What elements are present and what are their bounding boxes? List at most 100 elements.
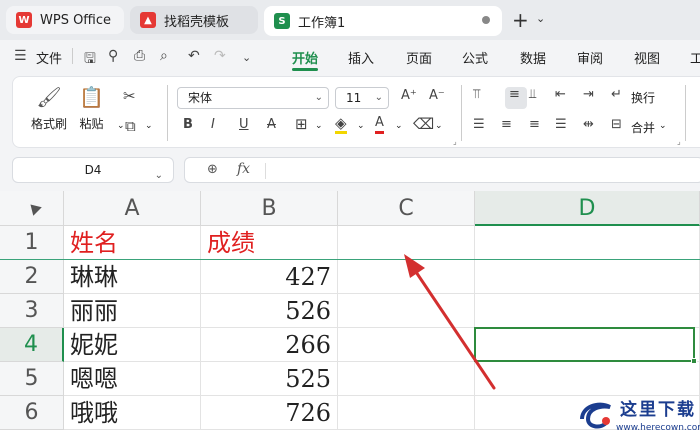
clipboard-icon: 📋: [79, 85, 104, 109]
italic-icon[interactable]: I: [211, 117, 215, 132]
select-all-corner[interactable]: [0, 191, 64, 226]
row-header-3[interactable]: 3: [0, 294, 64, 328]
divider: [685, 85, 686, 141]
hamburger-icon[interactable]: ☰: [14, 48, 27, 64]
row-header-2[interactable]: 2: [0, 260, 64, 294]
cell-a5[interactable]: 嗯嗯: [64, 362, 201, 396]
cell-b4[interactable]: 266: [201, 328, 338, 362]
cell-b3[interactable]: 526: [201, 294, 338, 328]
docer-icon: ▲: [140, 12, 156, 28]
borders-icon[interactable]: ⊞: [295, 115, 308, 133]
chevron-down-icon[interactable]: ⌄: [395, 121, 403, 131]
dialog-launcher-icon[interactable]: ⌟: [677, 137, 681, 146]
undo-icon[interactable]: ↶: [188, 48, 200, 64]
justify-icon[interactable]: ☰: [555, 117, 567, 132]
tab-wps-office[interactable]: W WPS Office: [6, 6, 124, 34]
formula-bar[interactable]: ⊕ fx: [184, 157, 700, 183]
tab-tools[interactable]: 工: [690, 48, 700, 67]
cell-a6[interactable]: 哦哦: [64, 396, 201, 430]
increase-font-icon[interactable]: A⁺: [401, 88, 417, 103]
tab-page[interactable]: 页面: [406, 48, 432, 67]
font-name-select[interactable]: 宋体 ⌄: [177, 87, 329, 109]
align-left-icon[interactable]: ☰: [473, 117, 485, 132]
tab-templates[interactable]: ▲ 找稻壳模板: [130, 6, 258, 34]
cell-b1[interactable]: 成绩: [201, 226, 338, 260]
tab-label: WPS Office: [40, 12, 112, 28]
brush-icon: 🖌: [36, 85, 62, 109]
column-header-c[interactable]: C: [338, 191, 475, 226]
chevron-down-icon[interactable]: ⌄: [117, 121, 125, 131]
paste-button[interactable]: 📋 粘贴: [79, 85, 104, 132]
fill-color-icon[interactable]: ◈: [335, 115, 347, 134]
save-icon[interactable]: 🖫: [84, 48, 96, 72]
column-header-d[interactable]: D: [475, 191, 700, 226]
align-top-icon[interactable]: ⫪: [473, 87, 480, 102]
print-icon[interactable]: ⎙: [134, 48, 145, 64]
wrap-text-icon[interactable]: ↵: [611, 87, 622, 102]
dialog-launcher-icon[interactable]: ⌟: [453, 137, 457, 146]
print-preview-icon[interactable]: ⌕: [160, 48, 168, 64]
cell-a3[interactable]: 丽丽: [64, 294, 201, 328]
share-icon[interactable]: ⚲: [108, 48, 118, 64]
row-header-4[interactable]: 4: [0, 328, 64, 362]
menu-file[interactable]: 文件: [36, 48, 62, 67]
cell-a2[interactable]: 琳琳: [64, 260, 201, 294]
chevron-down-icon[interactable]: ⌄: [242, 51, 251, 64]
new-tab-icon[interactable]: +: [512, 8, 529, 32]
align-bottom-icon[interactable]: ⫫: [529, 87, 536, 102]
merge-label[interactable]: 合并: [631, 119, 655, 136]
name-box[interactable]: D4 ⌄: [12, 157, 174, 183]
freeze-pane-line[interactable]: [0, 259, 700, 260]
cell-a1[interactable]: 姓名: [64, 226, 201, 260]
chevron-down-icon[interactable]: ⌄: [536, 12, 545, 25]
row-header-1[interactable]: 1: [0, 226, 64, 260]
cell-a4[interactable]: 妮妮: [64, 328, 201, 362]
chevron-down-icon[interactable]: ⌄: [155, 164, 163, 188]
cell-b5[interactable]: 525: [201, 362, 338, 396]
align-right-icon[interactable]: ≡: [529, 117, 540, 132]
chevron-down-icon[interactable]: ⌄: [357, 121, 365, 131]
strikethrough-icon[interactable]: A: [267, 117, 276, 132]
wrap-text-label[interactable]: 换行: [631, 89, 655, 106]
underline-icon[interactable]: U: [239, 117, 249, 132]
decrease-font-icon[interactable]: A⁻: [429, 88, 445, 103]
column-header-b[interactable]: B: [201, 191, 338, 226]
tab-insert[interactable]: 插入: [348, 48, 374, 67]
font-size-select[interactable]: 11 ⌄: [335, 87, 389, 109]
tab-data[interactable]: 数据: [520, 48, 546, 67]
cell-b6[interactable]: 726: [201, 396, 338, 430]
zoom-icon[interactable]: ⊕: [207, 162, 218, 177]
cell-b2[interactable]: 427: [201, 260, 338, 294]
chevron-down-icon[interactable]: ⌄: [659, 121, 667, 131]
tab-view[interactable]: 视图: [634, 48, 660, 67]
fill-handle[interactable]: [691, 358, 697, 364]
tab-formula[interactable]: 公式: [462, 48, 488, 67]
align-center-icon[interactable]: ≡: [501, 117, 512, 132]
tab-review[interactable]: 审阅: [577, 48, 603, 67]
cell-c6[interactable]: [338, 396, 475, 430]
format-painter-label: 格式刷: [31, 117, 68, 131]
copy-icon[interactable]: ⧉: [125, 117, 136, 135]
column-header-a[interactable]: A: [64, 191, 201, 226]
eraser-icon[interactable]: ⌫: [413, 115, 434, 133]
chevron-down-icon[interactable]: ⌄: [315, 121, 323, 131]
active-tab-indicator: [292, 68, 318, 71]
redo-icon[interactable]: ↷: [214, 48, 226, 64]
tab-workbook[interactable]: S 工作簿1: [264, 6, 502, 36]
bold-icon[interactable]: B: [183, 117, 193, 132]
chevron-down-icon[interactable]: ⌄: [145, 121, 153, 131]
unsaved-dot-icon[interactable]: [482, 16, 490, 24]
cut-icon[interactable]: ✂: [123, 87, 136, 105]
increase-indent-icon[interactable]: ⇥: [583, 87, 594, 102]
chevron-down-icon[interactable]: ⌄: [435, 121, 443, 131]
tab-home[interactable]: 开始: [292, 48, 318, 67]
distribute-icon[interactable]: ⇹: [583, 117, 594, 132]
row-header-6[interactable]: 6: [0, 396, 64, 430]
merge-icon[interactable]: ⊟: [611, 117, 622, 132]
format-painter-button[interactable]: 🖌 格式刷: [31, 85, 67, 132]
font-color-icon[interactable]: A: [375, 115, 384, 134]
align-middle-icon[interactable]: ≡: [509, 87, 520, 102]
fx-icon[interactable]: fx: [237, 161, 250, 177]
row-header-5[interactable]: 5: [0, 362, 64, 396]
decrease-indent-icon[interactable]: ⇤: [555, 87, 566, 102]
